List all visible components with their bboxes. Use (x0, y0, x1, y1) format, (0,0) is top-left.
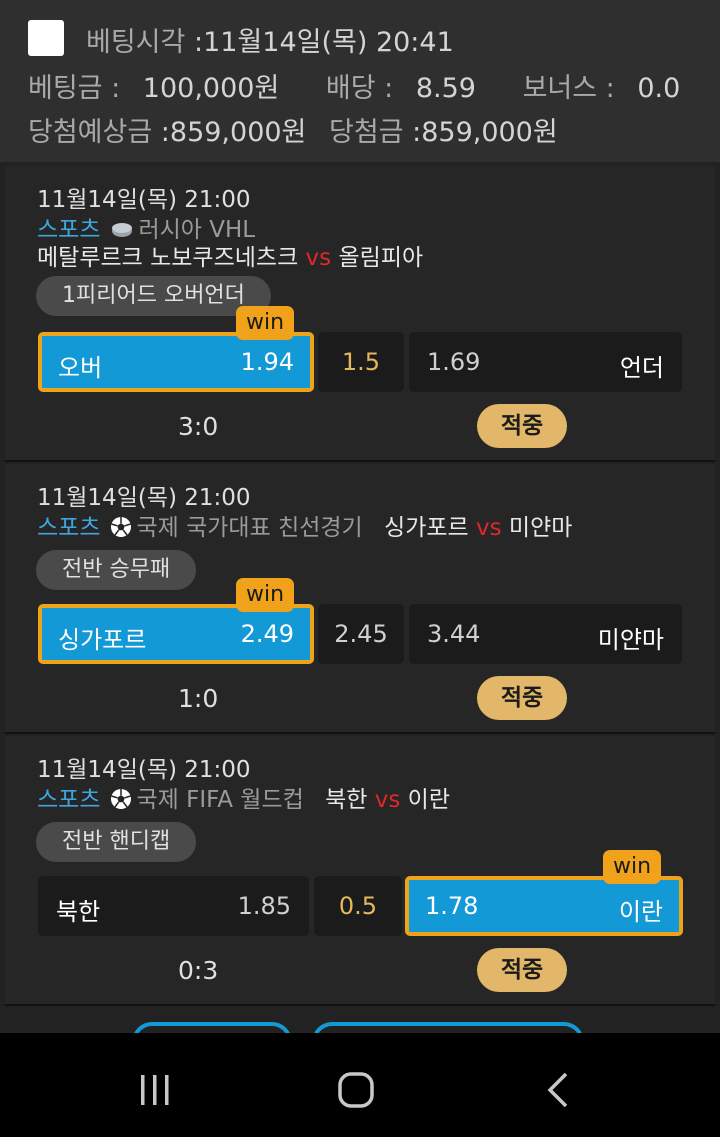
bet-summary-header: 베팅시각 :11월14일(목) 20:41 베팅금 : 100,000원 배당 … (0, 0, 720, 162)
won-amount-value: :859,000원 (412, 117, 558, 148)
bet-time-value: :11월14일(목) 20:41 (193, 27, 454, 58)
soccer-ball-icon (110, 516, 132, 544)
away-team: 올림피아 (338, 245, 424, 271)
away-team: 미얀마 (508, 515, 573, 541)
bet-time-label: 베팅시각 (86, 27, 186, 58)
win-badge: win (236, 578, 295, 612)
bet-card: 11월14일(목) 21:00 스포츠 국제 국가대표 친선경기 싱가포르 vs … (5, 464, 715, 734)
odds-option-middle[interactable]: 2.45 (318, 604, 404, 664)
home-team: 메탈루르크 노보쿠즈네츠크 (37, 245, 299, 271)
odds-option-left[interactable]: 오버 1.94 (38, 332, 314, 392)
match-time: 11월14일(목) 21:00 (37, 757, 251, 783)
option-name: 싱가포르 (58, 626, 147, 654)
home-icon[interactable] (337, 1071, 375, 1113)
match-teams: 메탈루르크 노보쿠즈네츠크 vs 올림피아 (37, 238, 423, 272)
payout-row: 당첨예상금 :859,000원 당첨금 :859,000원 (28, 110, 558, 149)
bet-card: 11월14일(목) 21:00 스포츠 러시아 VHL 메탈루르크 노보쿠즈네츠크… (5, 166, 715, 462)
expected-payout-label: 당첨예상금 (28, 117, 153, 148)
away-team: 이란 (407, 787, 450, 813)
soccer-ball-icon (110, 788, 132, 816)
bet-card: 11월14일(목) 21:00 스포츠 국제 FIFA 월드컵 북한 vs 이란 … (5, 736, 715, 1006)
odds-label: 배당 : (325, 73, 394, 104)
handicap-value: 0.5 (338, 892, 378, 920)
league-name: 국제 국가대표 친선경기 (136, 515, 363, 541)
bet-time-row: 베팅시각 :11월14일(목) 20:41 (86, 20, 454, 59)
won-amount-label: 당첨금 (328, 117, 404, 148)
result-badge: 적중 (477, 404, 567, 448)
match-meta: 스포츠 국제 국가대표 친선경기 싱가포르 vs 미얀마 (37, 508, 572, 544)
odds-option-right[interactable]: 1.69 언더 (409, 332, 682, 392)
option-name: 오버 (58, 354, 103, 382)
market-pill: 전반 승무패 (36, 550, 197, 590)
win-badge: win (603, 850, 662, 884)
home-team: 북한 (325, 787, 368, 813)
draw-odds: 2.45 (334, 620, 388, 648)
odds-option-middle[interactable]: 1.5 (318, 332, 404, 392)
option-odds: 1.69 (427, 348, 481, 376)
match-time: 11월14일(목) 21:00 (37, 485, 251, 511)
market-pill: 전반 핸디캡 (36, 822, 197, 862)
vs-label: vs (305, 245, 332, 271)
odds-option-right[interactable]: 1.78 이란 (405, 876, 683, 936)
option-name: 북한 (56, 898, 101, 926)
odds-value: 8.59 (415, 73, 476, 104)
expected-payout-value: :859,000원 (160, 117, 307, 148)
odds-option-left[interactable]: 싱가포르 2.49 (38, 604, 314, 664)
win-badge: win (236, 306, 295, 340)
final-score: 1:0 (178, 684, 219, 713)
option-odds: 3.44 (427, 620, 481, 648)
league-name: 국제 FIFA 월드컵 (136, 787, 304, 813)
handicap-value: 1.5 (341, 348, 381, 376)
bonus-value: 0.0 (637, 73, 681, 104)
odds-option-middle[interactable]: 0.5 (314, 876, 402, 936)
recents-icon[interactable] (138, 1073, 172, 1111)
odds-option-left[interactable]: 북한 1.85 (38, 876, 309, 936)
category-label: 스포츠 (37, 787, 101, 813)
bonus-label: 보너스 : (522, 73, 615, 104)
bet-amount-label: 베팅금 : (28, 73, 121, 104)
option-name: 이란 (618, 898, 663, 926)
option-odds: 1.94 (240, 348, 294, 376)
vs-label: vs (475, 515, 502, 541)
system-navigation-bar (0, 1033, 720, 1137)
option-odds: 2.49 (240, 620, 294, 648)
final-score: 3:0 (178, 412, 219, 441)
result-badge: 적중 (477, 948, 567, 992)
bet-amount-value: 100,000원 (142, 73, 280, 104)
option-name: 언더 (619, 354, 664, 382)
home-team: 싱가포르 (384, 515, 469, 541)
amount-row: 베팅금 : 100,000원 배당 : 8.59 보너스 : 0.0 (28, 66, 680, 105)
select-checkbox[interactable] (28, 20, 64, 56)
odds-option-right[interactable]: 3.44 미얀마 (409, 604, 682, 664)
option-odds: 1.85 (237, 892, 291, 920)
match-time: 11월14일(목) 21:00 (37, 187, 251, 213)
option-odds: 1.78 (425, 892, 479, 920)
category-label: 스포츠 (37, 515, 101, 541)
result-badge: 적중 (477, 676, 567, 720)
match-meta: 스포츠 국제 FIFA 월드컵 북한 vs 이란 (37, 780, 450, 816)
back-icon[interactable] (544, 1071, 572, 1113)
vs-label: vs (374, 787, 401, 813)
option-name: 미얀마 (597, 626, 664, 654)
final-score: 0:3 (178, 956, 219, 985)
